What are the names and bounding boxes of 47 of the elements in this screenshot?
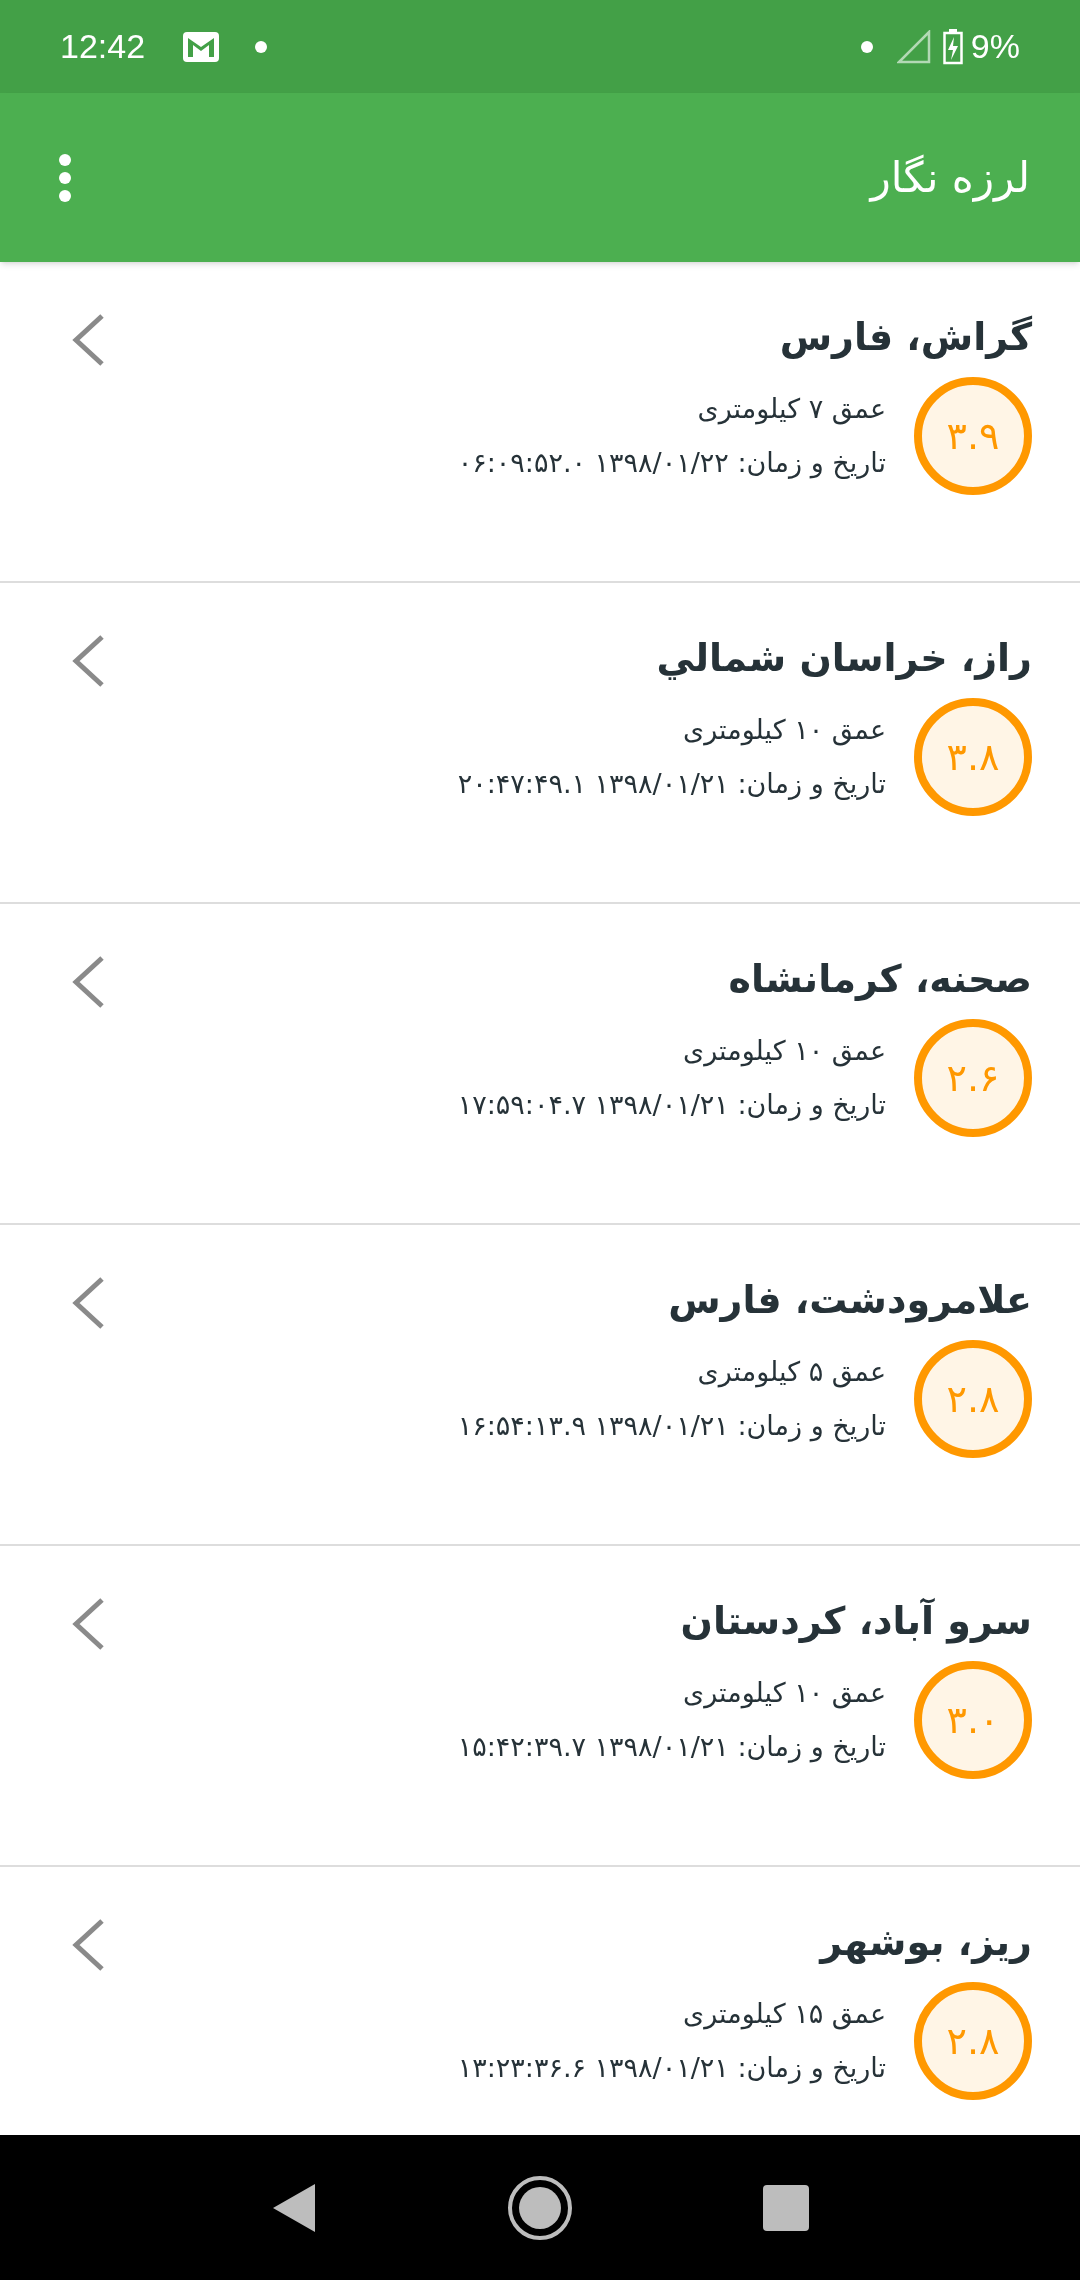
magnitude-badge: ۲.۶ (914, 1019, 1032, 1137)
mail-icon (183, 31, 220, 62)
date-time-text: تاریخ و زمان: ۱۳۹۸/۰۱/۲۱ ۱۷:۵۹:۰۴.۷ (457, 1088, 886, 1123)
signal-icon (896, 29, 931, 64)
battery-icon (942, 28, 963, 65)
date-time-text: تاریخ و زمان: ۱۳۹۸/۰۱/۲۱ ۱۶:۵۴:۱۳.۹ (457, 1409, 886, 1444)
place-name: گراش، فارس (779, 314, 1032, 361)
earthquake-item[interactable]: علامرودشت، فارس ۲.۸ عمق ۵ کیلومتری تاریخ و زمان: ۱۳۹۸/۰۱/۲۱ ۱۶:۵۴:۱۳.۹ (0, 1225, 1080, 1546)
magnitude-badge: ۳.۰ (914, 1661, 1032, 1779)
place-name: ریز، بوشهر (820, 1919, 1032, 1966)
place-name: صحنه، کرمانشاه (728, 956, 1032, 1003)
chevron-left-icon (70, 313, 106, 367)
date-time-text: تاریخ و زمان: ۱۳۹۸/۰۱/۲۲ ۰۶:۰۹:۵۲.۰ (457, 446, 886, 481)
earthquake-item[interactable]: گراش، فارس ۳.۹ عمق ۷ کیلومتری تاریخ و زمان: ۱۳۹۸/۰۱/۲۲ ۰۶:۰۹:۵۲.۰ (0, 262, 1080, 583)
notification-dot-icon (255, 40, 268, 53)
date-time-text: تاریخ و زمان: ۱۳۹۸/۰۱/۲۱ ۱۳:۲۳:۳۶.۶ (457, 2051, 886, 2086)
chevron-left-icon (70, 1918, 106, 1972)
magnitude-badge: ۲.۸ (914, 1982, 1032, 2100)
status-time: 12:42 (60, 26, 146, 67)
magnitude-badge: ۲.۸ (914, 1340, 1032, 1458)
depth-text: عمق ۱۰ کیلومتری (683, 1675, 886, 1711)
earthquake-item[interactable]: صحنه، کرمانشاه ۲.۶ عمق ۱۰ کیلومتری تاریخ و زمان: ۱۳۹۸/۰۱/۲۱ ۱۷:۵۹:۰۴.۷ (0, 904, 1080, 1225)
chevron-left-icon (70, 634, 106, 688)
place-name: راز، خراسان شمالي (656, 635, 1032, 682)
depth-text: عمق ۱۰ کیلومتری (683, 712, 886, 748)
depth-text: عمق ۵ کیلومتری (697, 1354, 886, 1390)
depth-text: عمق ۱۵ کیلومتری (683, 1996, 886, 2032)
more-options-icon (58, 152, 72, 203)
battery-level: 9% (970, 26, 1020, 67)
earthquake-item[interactable]: راز، خراسان شمالي ۳.۸ عمق ۱۰ کیلومتری تاریخ و زمان: ۱۳۹۸/۰۱/۲۱ ۲۰:۴۷:۴۹.۱ (0, 583, 1080, 904)
place-name: سرو آباد، کردستان (680, 1597, 1032, 1646)
magnitude-badge: ۳.۹ (914, 377, 1032, 495)
chevron-left-icon (70, 1597, 106, 1651)
place-name: علامرودشت، فارس (668, 1277, 1032, 1325)
recents-icon[interactable] (763, 2184, 809, 2231)
back-icon[interactable] (271, 2181, 317, 2234)
date-time-text: تاریخ و زمان: ۱۳۹۸/۰۱/۲۱ ۱۵:۴۲:۳۹.۷ (457, 1730, 886, 1765)
chevron-left-icon (70, 955, 106, 1009)
app-title: لرزه نگار (870, 152, 1030, 204)
earthquake-item[interactable]: سرو آباد، کردستان ۳.۰ عمق ۱۰ کیلومتری تاریخ و زمان: ۱۳۹۸/۰۱/۲۱ ۱۵:۴۲:۳۹.۷ (0, 1546, 1080, 1867)
notification-dot-icon (860, 40, 873, 53)
home-icon[interactable] (507, 2174, 573, 2241)
magnitude-badge: ۳.۸ (914, 698, 1032, 816)
chevron-left-icon (70, 1276, 106, 1330)
depth-text: عمق ۷ کیلومتری (697, 391, 886, 427)
date-time-text: تاریخ و زمان: ۱۳۹۸/۰۱/۲۱ ۲۰:۴۷:۴۹.۱ (457, 767, 886, 802)
depth-text: عمق ۱۰ کیلومتری (683, 1033, 886, 1069)
